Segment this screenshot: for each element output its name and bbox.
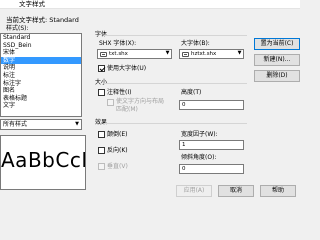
delete-style-button[interactable]: 删除(D): [254, 70, 300, 82]
font-file-icon: [182, 52, 189, 57]
styles-label: 样式(S):: [6, 25, 29, 32]
preview-text: AaBbCcD: [1, 148, 85, 172]
title-bar: 文字样式: [0, 0, 300, 9]
shx-font-dropdown[interactable]: txt.shx ▼: [97, 49, 172, 59]
width-factor-label: 宽度因子(W):: [181, 131, 218, 138]
bigfont-label: 大字体(B):: [181, 40, 210, 47]
font-file-icon: [100, 52, 107, 57]
list-item[interactable]: 标注: [1, 72, 81, 80]
match-orientation-label: 使文字方向与布局: [116, 98, 165, 105]
current-style-label: 当前文字样式:: [6, 16, 48, 24]
match-orientation-label-2: 匹配(M): [116, 106, 138, 113]
use-bigfont-label: 使用大字体(U): [107, 65, 147, 72]
backwards-checkbox[interactable]: [98, 147, 105, 154]
bigfont-value: hztxt.shx: [191, 50, 217, 57]
window-title: 文字样式: [19, 0, 45, 8]
oblique-angle-value: 0: [182, 165, 186, 172]
effects-group-divider: [104, 123, 247, 124]
match-orientation-checkbox[interactable]: [107, 99, 114, 106]
height-value: 0: [182, 101, 186, 108]
annotative-checkbox[interactable]: [98, 89, 105, 96]
width-factor-input[interactable]: 1: [179, 140, 244, 150]
height-input[interactable]: 0: [179, 100, 244, 110]
bigfont-dropdown[interactable]: hztxt.shx ▼: [179, 49, 244, 59]
chevron-down-icon: ▼: [237, 50, 242, 56]
set-current-button[interactable]: 置为当前(C): [254, 38, 300, 50]
oblique-angle-label: 倾斜角度(O):: [181, 154, 217, 161]
oblique-angle-input[interactable]: 0: [179, 164, 244, 174]
help-button[interactable]: 帮助: [260, 185, 296, 197]
new-style-button[interactable]: 新建(N)...: [254, 54, 300, 66]
use-bigfont-checkbox[interactable]: [98, 65, 105, 72]
list-item[interactable]: Standard: [1, 34, 81, 42]
chevron-down-icon: ▼: [75, 121, 79, 127]
vertical-label: 垂直(V): [107, 163, 128, 170]
backwards-label: 反向(K): [107, 147, 128, 154]
style-filter-value: 所有样式: [3, 121, 28, 128]
upside-down-checkbox[interactable]: [98, 131, 105, 138]
list-item[interactable]: 说明: [1, 64, 81, 72]
shx-font-value: txt.shx: [109, 50, 128, 57]
vertical-checkbox[interactable]: [98, 163, 105, 170]
annotative-label: 注释性(I): [107, 89, 132, 96]
width-factor-value: 1: [182, 141, 186, 148]
shx-font-label: SHX 字体(X):: [99, 40, 137, 47]
current-style: 当前文字样式: Standard: [6, 17, 79, 24]
list-item[interactable]: 文字: [1, 102, 81, 110]
font-group-divider: [104, 35, 247, 36]
chevron-down-icon: ▼: [165, 50, 170, 56]
current-style-value: Standard: [49, 16, 79, 24]
style-filter-dropdown[interactable]: 所有样式 ▼: [0, 119, 82, 130]
text-preview: AaBbCcD: [0, 135, 86, 190]
style-listbox[interactable]: Standard SSD_Bein 宋体 数字 说明 标注 标注字 图名 表格标…: [0, 33, 82, 117]
list-item[interactable]: 图名: [1, 87, 81, 95]
cancel-button[interactable]: 取消: [218, 185, 254, 197]
size-group-divider: [104, 83, 247, 84]
list-item[interactable]: 宋体: [1, 49, 81, 57]
height-label: 高度(T): [181, 89, 202, 96]
apply-button[interactable]: 应用(A): [176, 185, 212, 197]
upside-down-label: 颠倒(E): [107, 131, 128, 138]
